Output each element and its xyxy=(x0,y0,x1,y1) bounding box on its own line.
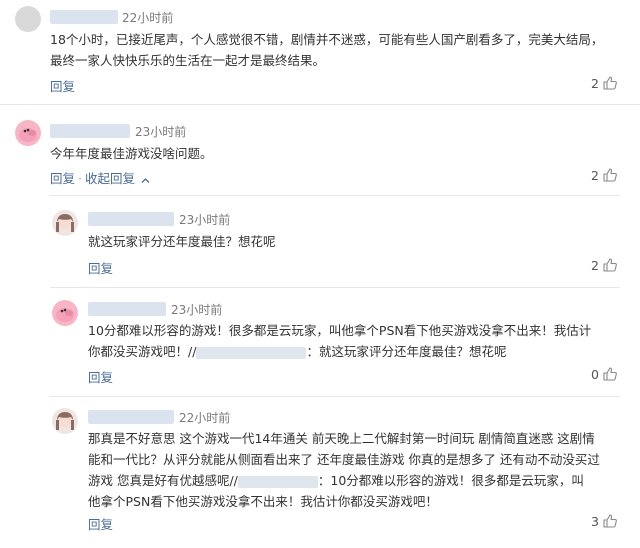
like-button[interactable]: 0 xyxy=(591,366,618,382)
reply-text: 10分都难以形容的游戏！很多都是云玩家，叫他拿个PSN看下他买游戏没拿不出来！我… xyxy=(88,320,618,362)
timestamp: 22小时前 xyxy=(122,11,174,25)
reply-text-line: 10分都难以形容的游戏！很多都是云玩家，叫他拿个PSN看下他买游戏没拿不出来！我… xyxy=(88,323,592,338)
reply-link[interactable]: 回复 xyxy=(88,517,113,532)
thumbs-up-icon xyxy=(602,167,618,183)
timestamp: 23小时前 xyxy=(179,213,231,227)
chevron-up-icon xyxy=(141,172,150,187)
like-button[interactable]: 2 xyxy=(591,167,618,183)
divider xyxy=(50,195,620,196)
divider xyxy=(50,287,620,288)
thumbs-up-icon xyxy=(602,366,618,382)
avatar[interactable] xyxy=(15,120,41,146)
reply-text-fragment: 游戏 您真是好有优越感呢// xyxy=(88,473,238,488)
redacted-username xyxy=(196,346,307,359)
like-count: 0 xyxy=(591,366,599,382)
timestamp: 23小时前 xyxy=(135,125,187,139)
reply-actions: 回复 xyxy=(88,367,113,386)
reply-text-line: 能和一代比？从评分就能从侧面看出来了 还年度最佳游戏 你真的是想多了 还有动不动… xyxy=(88,452,600,467)
like-button[interactable]: 2 xyxy=(591,75,618,91)
divider xyxy=(0,104,640,105)
username-redacted[interactable] xyxy=(88,410,174,424)
comment-actions: 回复 xyxy=(50,76,75,95)
comment-text: 18个小时，已接近尾声，个人感觉很不错，剧情并不迷惑，可能有些人国产剧看多了，完… xyxy=(50,32,604,68)
username-redacted[interactable] xyxy=(50,10,118,24)
collapse-replies-link[interactable]: 收起回复 xyxy=(85,171,135,186)
like-button[interactable]: 3 xyxy=(591,513,618,529)
reply-text-line: 你都没买游戏吧！// ：就这玩家评分还年度最佳？想花呢 xyxy=(88,341,618,362)
comment-actions: 回复 · 收起回复 xyxy=(50,168,150,187)
thumbs-up-icon xyxy=(602,513,618,529)
reply-text-fragment: ：就这玩家评分还年度最佳？想花呢 xyxy=(306,344,507,359)
timestamp: 22小时前 xyxy=(179,411,231,425)
divider xyxy=(50,396,620,397)
like-count: 2 xyxy=(591,167,599,183)
reply-text-line: 他拿个PSN看下他买游戏没拿不出来！我估计你都没买游戏吧！ xyxy=(88,494,438,509)
username-redacted[interactable] xyxy=(88,302,166,316)
comment-text: 今年年度最佳游戏没啥问题。 xyxy=(50,146,213,161)
username-redacted[interactable] xyxy=(50,124,130,138)
username-redacted[interactable] xyxy=(88,212,174,226)
like-count: 2 xyxy=(591,75,599,91)
reply-link[interactable]: 回复 xyxy=(88,261,113,276)
avatar[interactable] xyxy=(52,210,78,236)
avatar[interactable] xyxy=(52,408,78,434)
reply-text-line: 那真是不好意思 这个游戏一代14年通关 前天晚上二代解封第一时间玩 剧情简直迷惑… xyxy=(88,431,595,446)
avatar[interactable] xyxy=(15,6,41,32)
reply-text-line: 游戏 您真是好有优越感呢// ：10分都难以形容的游戏！很多都是云玩家，叫 xyxy=(88,470,618,491)
timestamp: 23小时前 xyxy=(171,303,223,317)
reply-link[interactable]: 回复 xyxy=(50,171,75,186)
separator: · xyxy=(78,171,82,186)
like-count: 2 xyxy=(591,257,599,273)
reply-actions: 回复 xyxy=(88,258,113,277)
redacted-username xyxy=(237,475,318,488)
like-button[interactable]: 2 xyxy=(591,257,618,273)
thumbs-up-icon xyxy=(602,75,618,91)
reply-link[interactable]: 回复 xyxy=(50,79,75,94)
avatar[interactable] xyxy=(52,300,78,326)
reply-text-fragment: ：10分都难以形容的游戏！很多都是云玩家，叫 xyxy=(317,473,584,488)
reply-link[interactable]: 回复 xyxy=(88,370,113,385)
reply-actions: 回复 xyxy=(88,514,113,533)
reply-text: 就这玩家评分还年度最佳？想花呢 xyxy=(88,234,276,249)
reply-text-fragment: 你都没买游戏吧！// xyxy=(88,344,197,359)
thumbs-up-icon xyxy=(602,257,618,273)
reply-text: 那真是不好意思 这个游戏一代14年通关 前天晚上二代解封第一时间玩 剧情简直迷惑… xyxy=(88,428,618,512)
like-count: 3 xyxy=(591,513,599,529)
